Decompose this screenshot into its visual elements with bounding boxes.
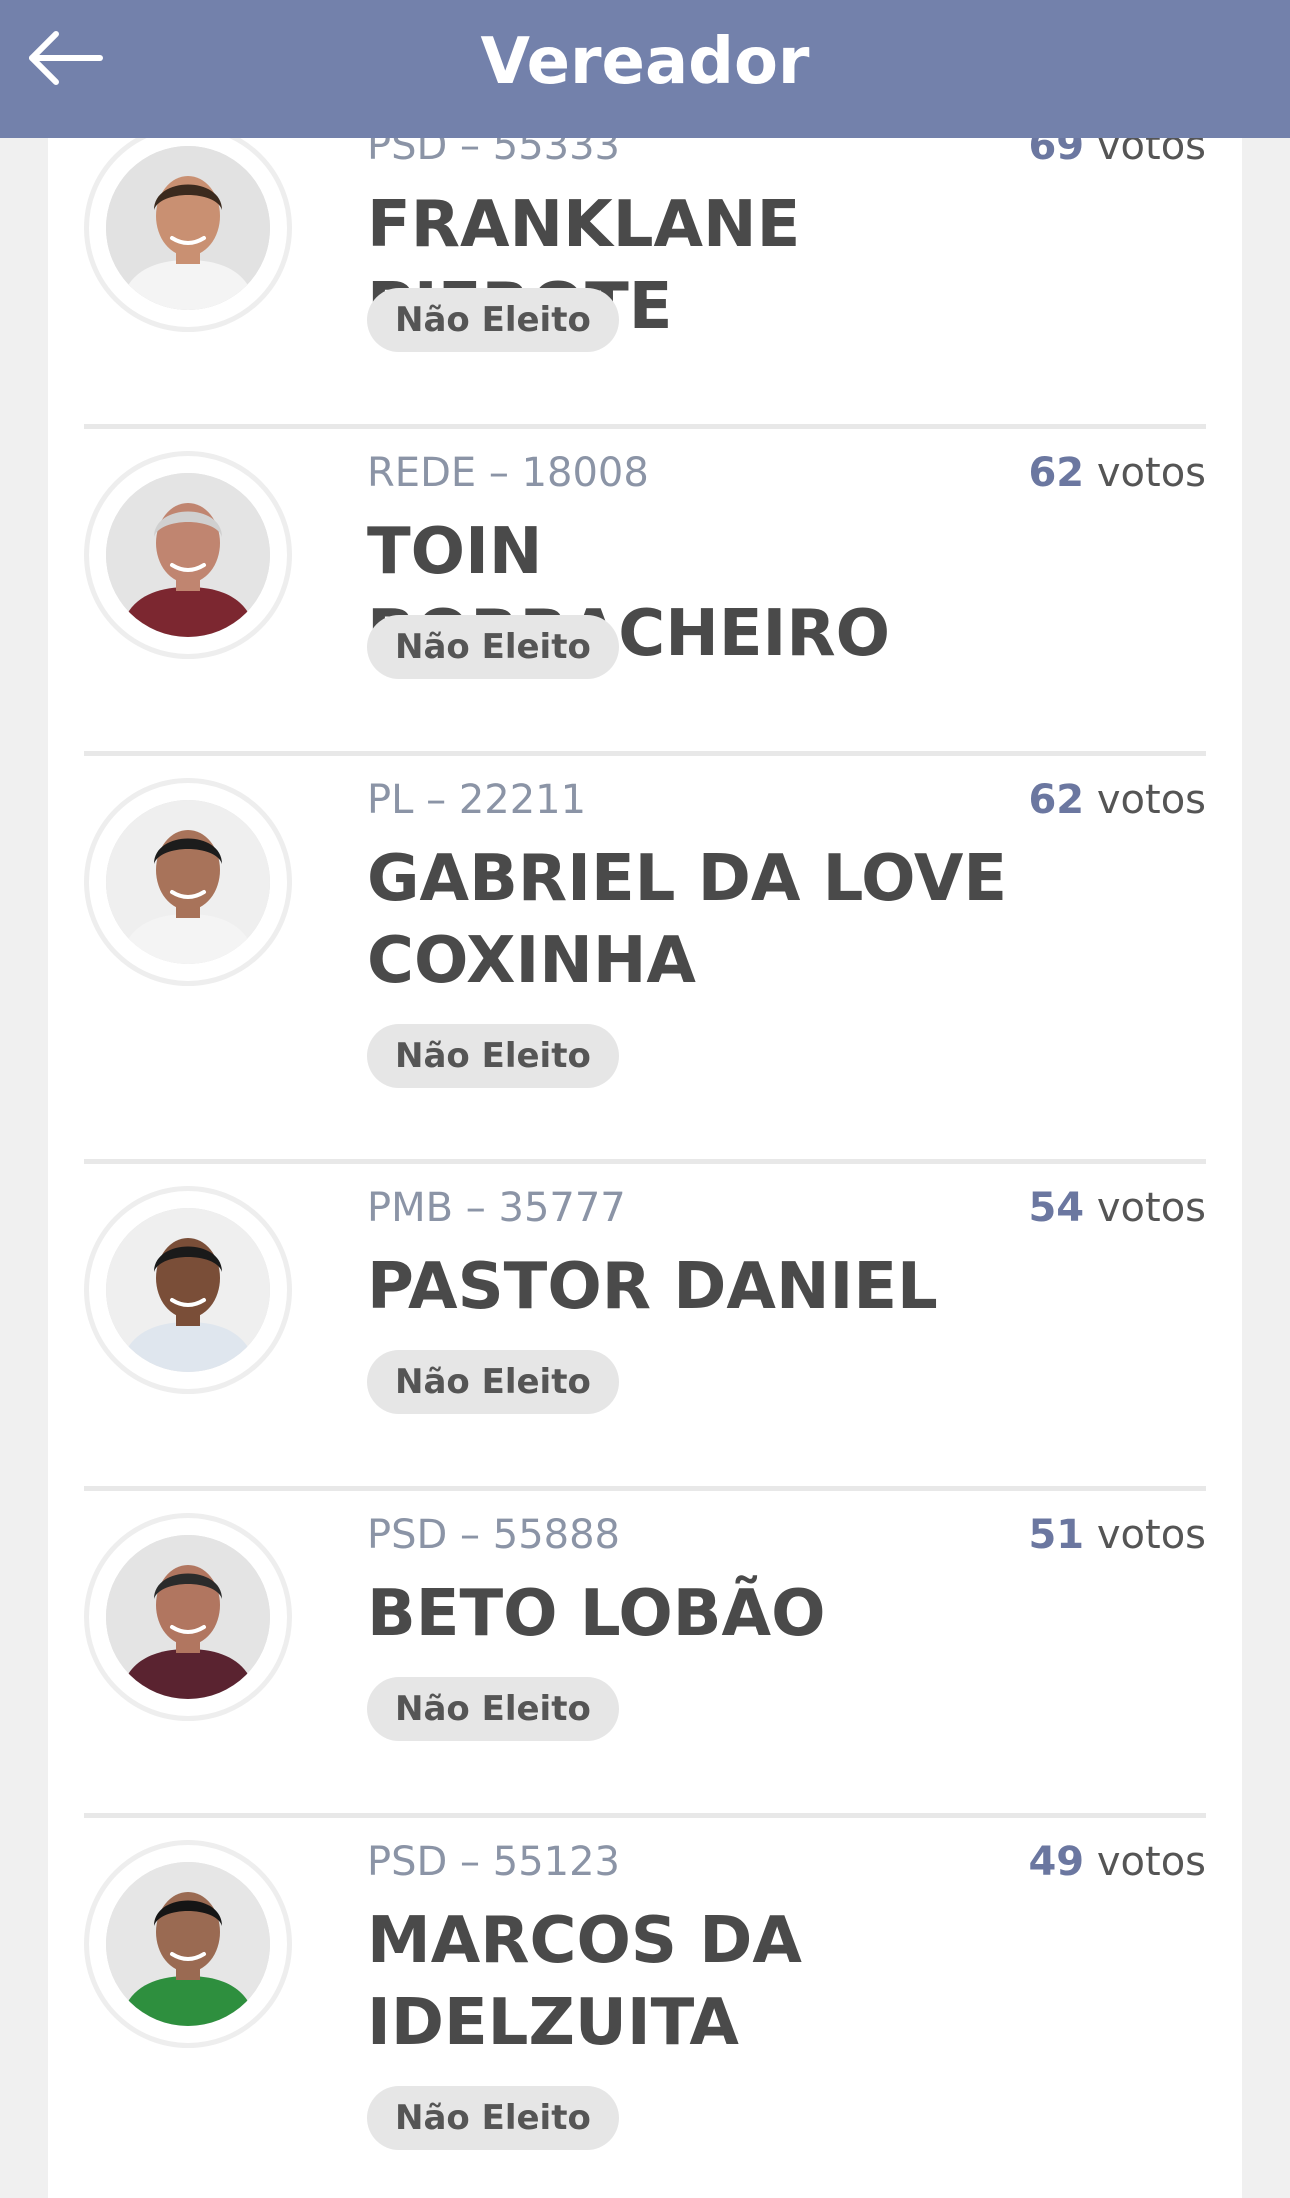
candidate-votes: 62 votos (1028, 774, 1206, 826)
person-portrait-icon (106, 146, 270, 310)
votes-unit: votos (1096, 777, 1206, 823)
candidate-avatar (84, 1840, 292, 2048)
candidate-avatar (84, 138, 292, 332)
status-badge: Não Eleito (367, 2086, 619, 2150)
candidate-list-panel: PSD – 5533369 votosFRANKLANE PIEROTENão … (48, 138, 1242, 2198)
votes-unit: votos (1096, 1839, 1206, 1885)
candidate-party-number: PSD – 55333 (367, 138, 620, 169)
person-portrait-icon (106, 800, 270, 964)
candidate-votes: 49 votos (1028, 1836, 1206, 1888)
votes-unit: votos (1096, 1185, 1206, 1231)
votes-unit: votos (1096, 1512, 1206, 1558)
candidate-votes: 54 votos (1028, 1182, 1206, 1234)
candidate-avatar (84, 1186, 292, 1394)
votes-count: 62 (1028, 777, 1085, 823)
candidate-avatar (84, 451, 292, 659)
candidate-photo (106, 1208, 270, 1372)
status-badge: Não Eleito (367, 615, 619, 679)
candidate-row[interactable]: REDE – 18008 62 votos TOIN BORRACHEIRO Não … (84, 429, 1206, 756)
candidate-party-number: REDE – 18008 (367, 450, 649, 496)
candidate-avatar (84, 778, 292, 986)
candidate-name: PASTOR DANIEL (367, 1250, 938, 1324)
candidate-votes: 62 votos (1028, 447, 1206, 499)
person-portrait-icon (106, 1208, 270, 1372)
votes-unit: votos (1096, 138, 1206, 169)
candidate-party-number: PMB – 35777 (367, 1185, 626, 1231)
status-badge: Não Eleito (367, 1677, 619, 1741)
votes-count: 69 (1028, 138, 1085, 169)
candidate-name: MARCOS DA IDELZUITA (367, 1904, 802, 2060)
candidate-photo (106, 1862, 270, 2026)
status-badge: Não Eleito (367, 288, 619, 352)
app-header: Vereador (0, 0, 1290, 138)
candidate-votes: 69 votos (1028, 138, 1206, 172)
votes-count: 51 (1028, 1512, 1085, 1558)
votes-count: 49 (1028, 1839, 1085, 1885)
person-portrait-icon (106, 473, 270, 637)
candidate-photo (106, 1535, 270, 1699)
candidate-party-number: PL – 22211 (367, 777, 587, 823)
candidate-avatar (84, 1513, 292, 1721)
candidate-row[interactable]: PSD – 55888 51 votos BETO LOBÃO Não Eleito (84, 1491, 1206, 1818)
candidate-row[interactable]: PMB – 35777 54 votos PASTOR DANIEL Não Elei… (84, 1164, 1206, 1491)
candidate-row[interactable]: PL – 22211 62 votos GABRIEL DA LOVE COXINH… (84, 756, 1206, 1164)
candidate-party-number: PSD – 55123 (367, 1839, 620, 1885)
candidate-row[interactable]: PSD – 55123 49 votos MARCOS DA IDELZUITA Nã… (84, 1818, 1206, 2198)
person-portrait-icon (106, 1862, 270, 2026)
candidate-name: GABRIEL DA LOVE COXINHA (367, 842, 1008, 998)
candidate-votes: 51 votos (1028, 1509, 1206, 1561)
person-portrait-icon (106, 1535, 270, 1699)
candidate-photo (106, 473, 270, 637)
candidate-row[interactable]: PSD – 5533369 votosFRANKLANE PIEROTENão … (84, 138, 1206, 429)
candidate-photo (106, 800, 270, 964)
candidate-name: BETO LOBÃO (367, 1577, 826, 1651)
votes-count: 54 (1028, 1185, 1085, 1231)
status-badge: Não Eleito (367, 1350, 619, 1414)
candidate-list: PSD – 5533369 votosFRANKLANE PIEROTENão … (48, 138, 1242, 2198)
votes-unit: votos (1096, 450, 1206, 496)
page-title: Vereador (480, 25, 810, 99)
candidate-photo (106, 146, 270, 310)
votes-count: 62 (1028, 450, 1085, 496)
candidate-party-number: PSD – 55888 (367, 1512, 620, 1558)
status-badge: Não Eleito (367, 1024, 619, 1088)
